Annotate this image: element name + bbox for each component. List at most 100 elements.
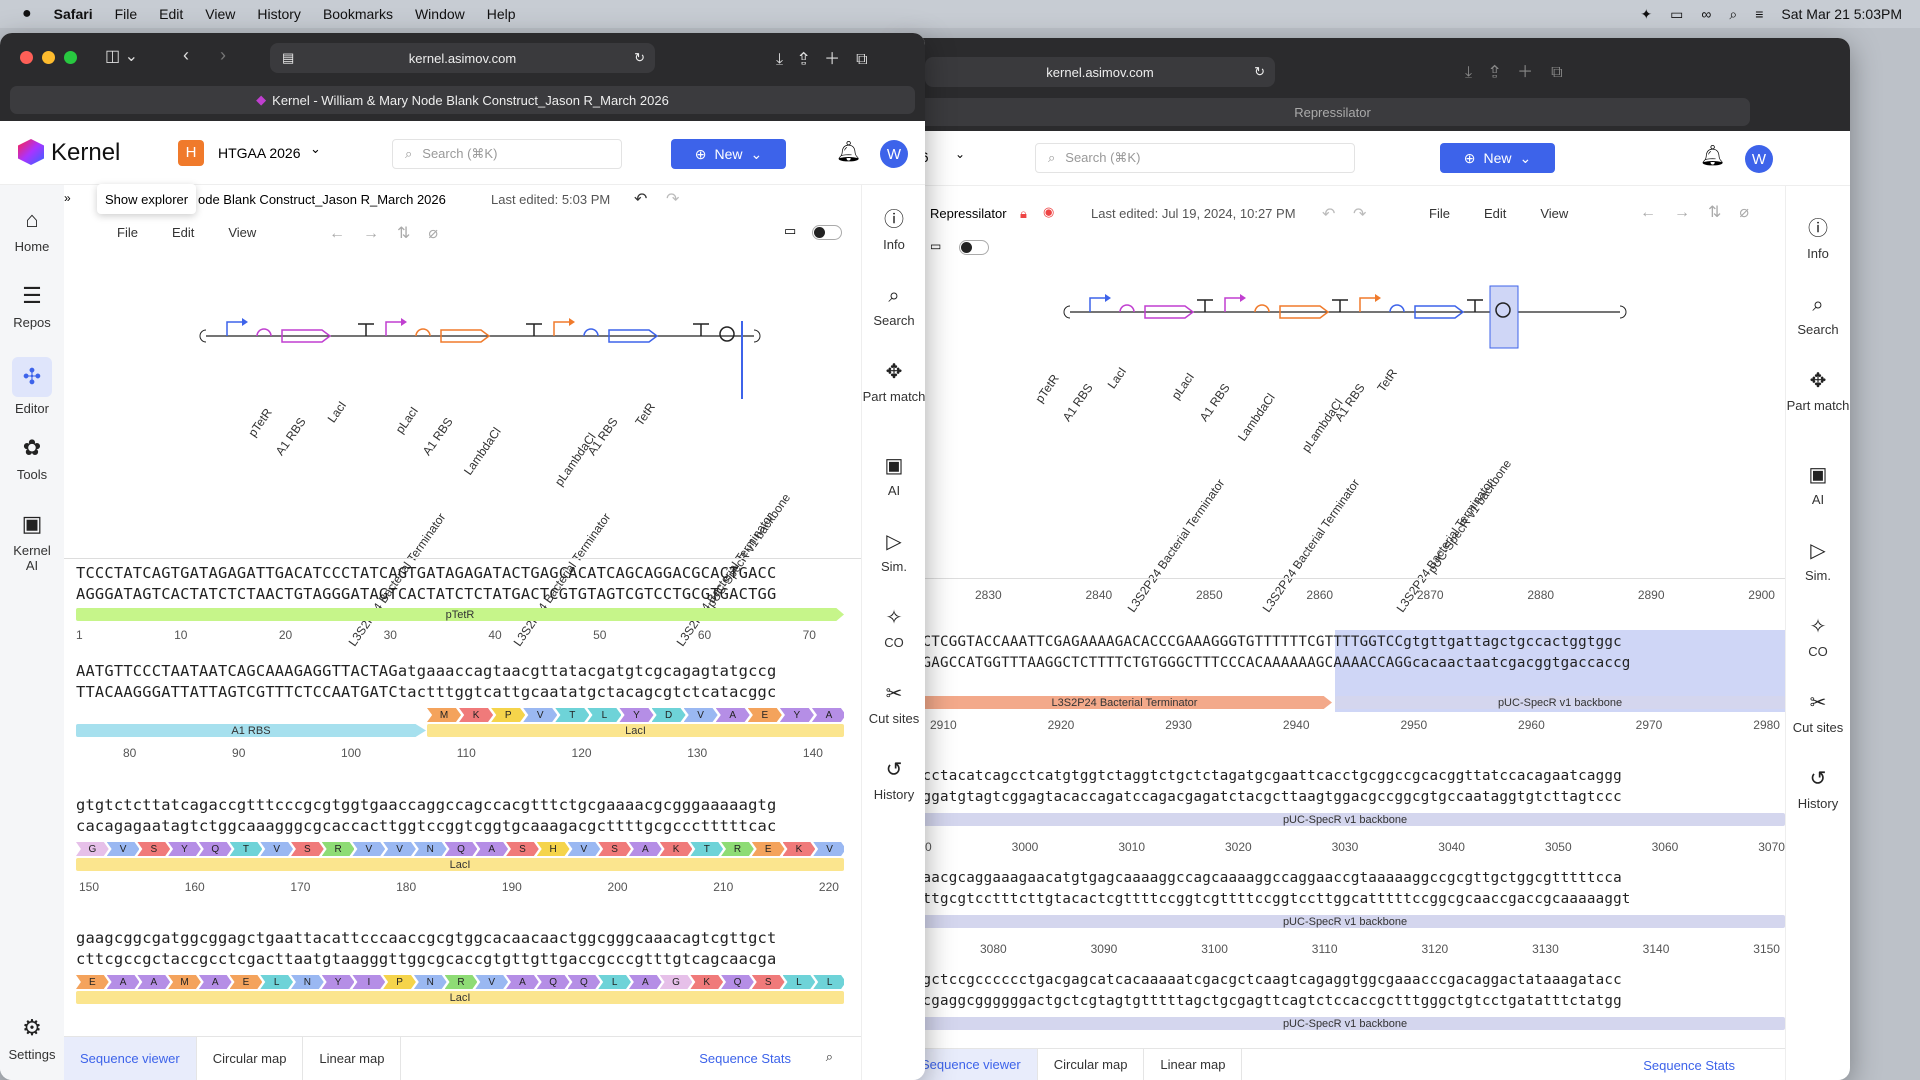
amino-acid[interactable]: L — [813, 975, 844, 989]
tab-sequence-viewer[interactable]: Sequence viewer — [64, 1037, 197, 1080]
undo-icon[interactable]: ↶ — [1322, 204, 1335, 224]
undo-icon[interactable]: ↶ — [634, 189, 647, 209]
amino-acid[interactable]: I — [352, 975, 386, 989]
seq-bottom[interactable]: caggatgtagtcggagtacaccagatccagacgagatcta… — [905, 787, 1785, 807]
part-label[interactable]: A1 RBS — [420, 415, 456, 458]
bell-icon[interactable]: 🔔︎ — [1700, 143, 1725, 168]
toggle[interactable] — [812, 225, 842, 240]
part-label[interactable]: pTetR — [245, 406, 274, 440]
seq-bottom[interactable]: ttGAGCCATGGTTTAAGGCTCTTTTCTGTGGGCTTTCCCA… — [905, 653, 1785, 673]
seq-top[interactable]: gtgtctcttatcagaccgtttcccgcgtggtgaaccaggc… — [76, 795, 776, 815]
maximize-button[interactable] — [64, 51, 77, 64]
amino-acid[interactable]: Q — [198, 842, 232, 856]
amino-acid[interactable]: A — [475, 842, 509, 856]
amino-acid[interactable]: A — [198, 975, 232, 989]
amino-acid[interactable]: R — [444, 975, 478, 989]
amino-acid[interactable]: Y — [619, 708, 654, 722]
tab-circular-map[interactable]: Circular map — [197, 1037, 304, 1080]
amino-acid[interactable]: M — [427, 708, 462, 722]
amino-acid[interactable]: S — [598, 842, 631, 856]
amino-acid[interactable]: E — [747, 708, 782, 722]
toggle[interactable] — [959, 240, 989, 255]
part-label[interactable]: A1 RBS — [273, 415, 309, 458]
amino-acid[interactable]: A — [628, 975, 662, 989]
amino-acid[interactable]: V — [260, 842, 294, 856]
amino-acid[interactable]: A — [106, 975, 140, 989]
amino-acid[interactable]: V — [106, 842, 140, 856]
seq-bottom[interactable]: cacagagaatagtctggcaaagggcgcaccacttggtccg… — [76, 816, 776, 836]
amino-acid[interactable]: N — [413, 842, 447, 856]
search-input[interactable]: ⌕ Search (⌘K) — [392, 139, 622, 169]
amino-acid[interactable]: H — [536, 842, 570, 856]
comment-icon[interactable]: ▭ — [784, 223, 796, 239]
amino-acid[interactable]: S — [506, 842, 539, 856]
back-icon[interactable]: ‹ — [183, 45, 189, 66]
menu-view[interactable]: View — [205, 6, 235, 22]
annotation-laci[interactable]: LacI — [427, 724, 844, 737]
history-button[interactable]: ↺ History — [862, 757, 925, 802]
amino-acid[interactable]: V — [523, 708, 558, 722]
amino-acid[interactable]: E — [751, 842, 785, 856]
menu-history[interactable]: History — [257, 6, 301, 22]
part-label[interactable]: TetR — [1374, 366, 1400, 394]
seq-top[interactable]: aaCTCGGTACCAAATTCGAGAAAAGACACCCGAAAGGGTG… — [905, 632, 1785, 652]
tab-repressilator[interactable]: Repressilator — [915, 98, 1750, 126]
amino-acid[interactable]: S — [751, 975, 785, 989]
redo-icon[interactable]: ↷ — [1353, 204, 1366, 224]
bell-icon[interactable]: 🔔︎ — [836, 139, 861, 164]
part-label[interactable]: A1 RBS — [1060, 381, 1096, 424]
amino-acid[interactable]: Y — [321, 975, 355, 989]
amino-acid[interactable]: K — [782, 842, 816, 856]
amino-acid[interactable]: G — [659, 975, 693, 989]
menu-app[interactable]: Safari — [54, 6, 93, 22]
chevron-down-icon[interactable]: ⌄ — [310, 141, 321, 157]
sidebar-icon[interactable]: ◫ ⌄ — [105, 46, 138, 66]
amino-acid[interactable]: A — [506, 975, 539, 989]
ai-button[interactable]: ▣ AI — [1786, 462, 1850, 507]
annotation-rbs[interactable]: A1 RBS — [76, 724, 426, 737]
seq-top[interactable]: gtaacgcaggaaagaacatgtgagcaaaaggccagcaaaa… — [905, 868, 1785, 888]
forward-icon[interactable]: › — [220, 45, 226, 66]
search-input[interactable]: ⌕ Search (⌘K) — [1035, 143, 1355, 173]
workspace-name[interactable]: HTGAA 2026 — [218, 145, 301, 161]
part-label[interactable]: pLacI — [393, 404, 421, 436]
battery-icon[interactable]: ▭ — [1670, 6, 1683, 23]
amino-acid[interactable]: A — [811, 708, 844, 722]
sparkle-icon[interactable]: ✦ — [1640, 6, 1652, 23]
search-icon[interactable]: ⌕ — [1729, 6, 1737, 23]
amino-acid[interactable]: R — [721, 842, 754, 856]
seq-bottom[interactable]: cattgcgtcctttcttgtacactcgttttccggtcgtttt… — [905, 889, 1785, 909]
amino-acid[interactable]: R — [321, 842, 355, 856]
part-label[interactable]: LambdaCl — [461, 425, 504, 478]
cut-sites-button[interactable]: ✂ Cut sites — [1786, 690, 1850, 735]
amino-acid[interactable]: A — [628, 842, 662, 856]
amino-acid[interactable]: S — [137, 842, 171, 856]
menu-edit[interactable]: Edit — [172, 225, 194, 240]
expand-explorer-icon[interactable]: » — [64, 191, 71, 205]
chevron-down-icon[interactable]: ⌄ — [955, 147, 965, 161]
amino-acid[interactable]: L — [587, 708, 622, 722]
annotation-backbone[interactable]: pUC-SpecR v1 backbone — [905, 915, 1785, 928]
annotation-laci[interactable]: LacI — [76, 991, 844, 1004]
amino-acid[interactable]: Q — [444, 842, 478, 856]
url-bar[interactable]: ▤ kernel.asimov.com ↻ — [270, 43, 655, 73]
redo-icon[interactable]: ↷ — [666, 189, 679, 209]
amino-acid[interactable]: P — [383, 975, 416, 989]
amino-acid[interactable]: K — [459, 708, 494, 722]
menu-file[interactable]: File — [1429, 206, 1450, 221]
workspace-badge[interactable]: H — [178, 140, 204, 166]
amino-acid[interactable]: K — [690, 975, 724, 989]
logo-text[interactable]: Kernel — [51, 139, 120, 167]
amino-acid[interactable]: Y — [168, 842, 201, 856]
url-bar[interactable]: kernel.asimov.com ↻ — [925, 57, 1275, 87]
menu-file[interactable]: File — [117, 225, 138, 240]
amino-acid[interactable]: Y — [779, 708, 814, 722]
amino-acid[interactable]: V — [683, 708, 718, 722]
nav-icons[interactable]: ←→⇅⌀ — [329, 223, 456, 243]
reload-icon[interactable]: ↻ — [1254, 64, 1265, 80]
part-label[interactable]: pLacI — [1169, 370, 1197, 402]
apple-icon[interactable]: ● — [22, 5, 32, 23]
amino-acid[interactable]: Q — [536, 975, 570, 989]
info-button[interactable]: ⓘ Info — [1786, 216, 1850, 261]
doc-title[interactable]: Repressilator — [930, 206, 1007, 221]
